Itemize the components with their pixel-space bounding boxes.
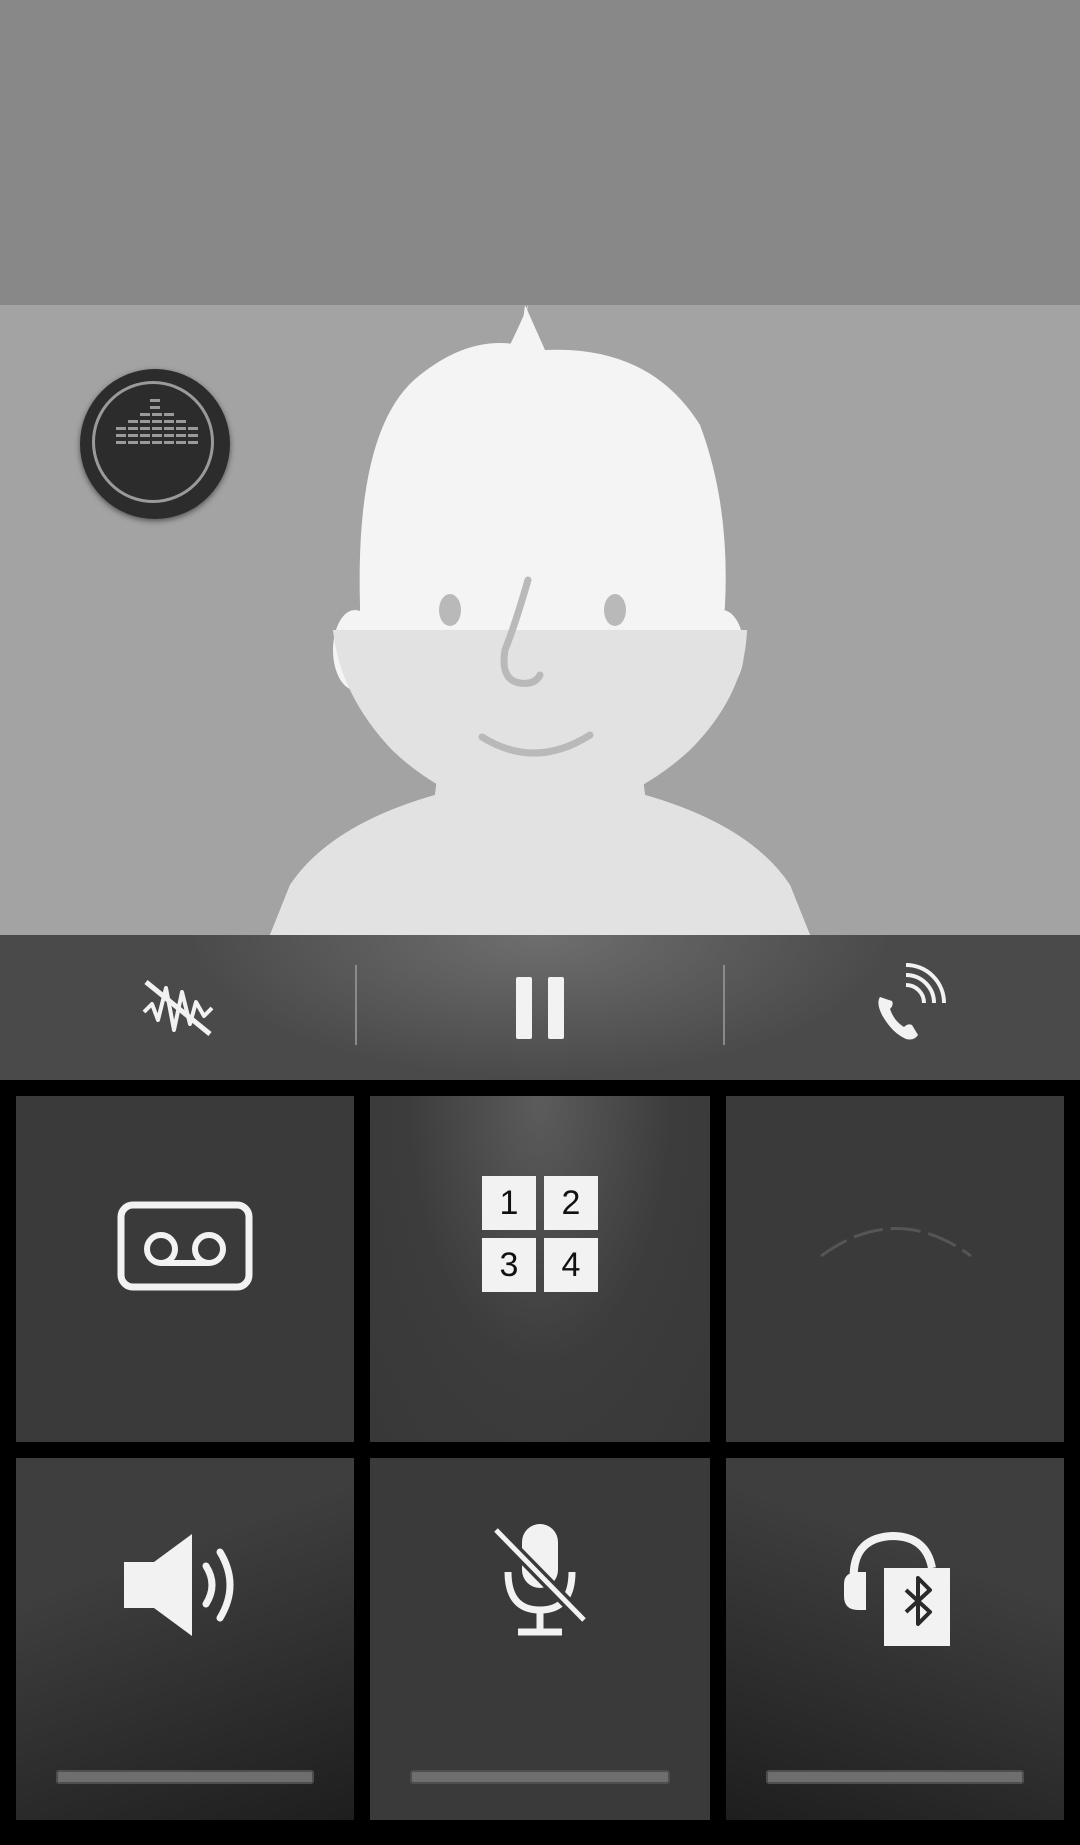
hd-voice-badge [80, 369, 230, 519]
noise-reduction-off-icon [142, 979, 213, 1036]
keypad-digit: 1 [482, 1176, 536, 1230]
in-call-controls-grid: 1 2 3 4 [0, 1080, 1080, 1845]
contact-photo [0, 305, 1080, 935]
pause-icon [516, 976, 564, 1039]
mute-button[interactable] [370, 1458, 710, 1820]
keypad-digit: 3 [482, 1238, 536, 1292]
keypad-icon: 1 2 3 4 [482, 1176, 598, 1292]
voicemail-button[interactable] [16, 1096, 354, 1442]
add-call-button[interactable] [725, 935, 1080, 1080]
bluetooth-button[interactable] [726, 1458, 1064, 1820]
empty-slot-button [726, 1096, 1064, 1442]
speaker-icon [124, 1534, 234, 1636]
phone-wifi-call-icon [877, 962, 946, 1039]
noise-reduction-button[interactable] [0, 935, 355, 1080]
hd-voice-icon [116, 399, 198, 444]
bluetooth-headset-icon [844, 1531, 950, 1646]
keypad-button[interactable]: 1 2 3 4 [370, 1096, 710, 1442]
speaker-button[interactable] [16, 1458, 354, 1820]
status-area [0, 0, 1080, 305]
voicemail-icon [117, 1201, 253, 1291]
speaker-indicator [56, 1770, 314, 1784]
bluetooth-indicator [766, 1770, 1024, 1784]
mute-indicator [410, 1770, 670, 1784]
mic-muted-icon [491, 1524, 589, 1636]
keypad-digit: 2 [544, 1176, 598, 1230]
keypad-digit: 4 [544, 1238, 598, 1292]
in-call-action-bar [0, 935, 1080, 1080]
placeholder-arc-icon [820, 1227, 972, 1258]
hold-button[interactable] [357, 935, 723, 1080]
